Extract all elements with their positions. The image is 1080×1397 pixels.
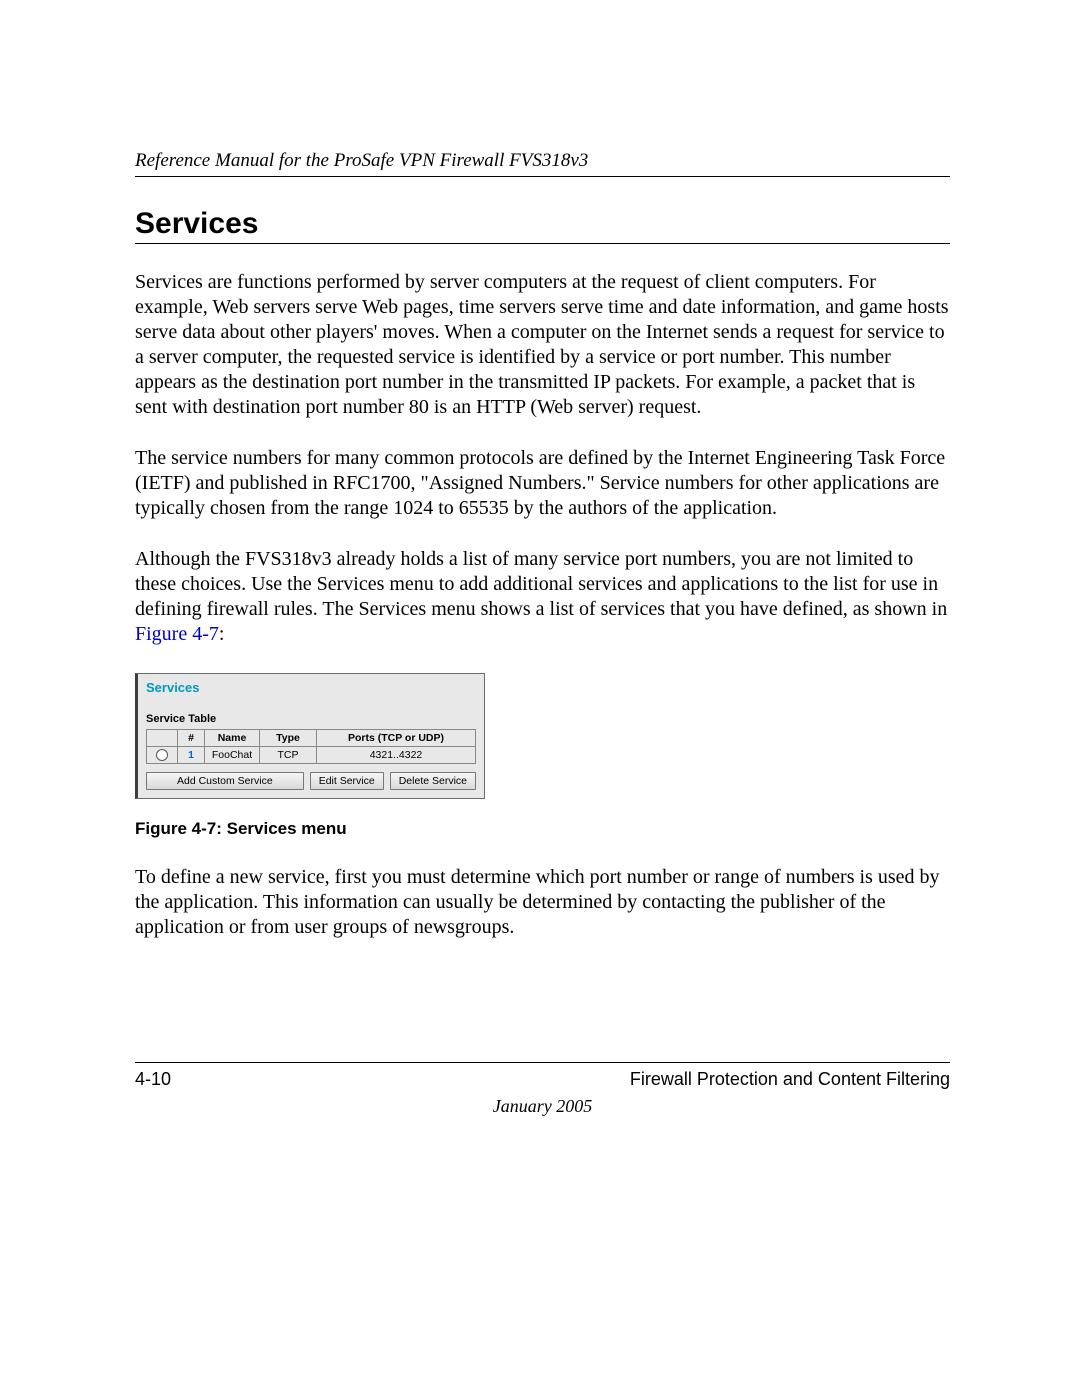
paragraph-2: The service numbers for many common prot… [135, 446, 950, 521]
row-type: TCP [260, 747, 317, 764]
row-ports: 4321..4322 [317, 747, 476, 764]
paragraph-3-suffix: : [219, 623, 225, 645]
figure-caption: Figure 4-7: Services menu [135, 819, 950, 839]
section-heading: Services [135, 207, 950, 241]
figure-reference-link[interactable]: Figure 4-7 [135, 623, 219, 645]
footer-date: January 2005 [135, 1096, 950, 1117]
col-radio [147, 730, 178, 747]
paragraph-1: Services are functions performed by serv… [135, 270, 950, 420]
running-head: Reference Manual for the ProSafe VPN Fir… [135, 150, 950, 172]
chapter-title: Firewall Protection and Content Filterin… [630, 1069, 950, 1090]
page: Reference Manual for the ProSafe VPN Fir… [0, 0, 1080, 1397]
delete-service-button[interactable]: Delete Service [390, 772, 476, 790]
radio-icon [156, 749, 168, 761]
service-table: # Name Type Ports (TCP or UDP) 1 FooChat… [146, 729, 476, 764]
header-rule [135, 176, 950, 177]
paragraph-4: To define a new service, first you must … [135, 865, 950, 940]
paragraph-3: Although the FVS318v3 already holds a li… [135, 547, 950, 647]
row-name: FooChat [205, 747, 260, 764]
table-header-row: # Name Type Ports (TCP or UDP) [147, 730, 476, 747]
table-row: 1 FooChat TCP 4321..4322 [147, 747, 476, 764]
page-footer: 4-10 Firewall Protection and Content Fil… [135, 1062, 950, 1117]
services-screenshot: Services Service Table # Name Type Ports… [135, 673, 485, 799]
paragraph-3-text: Although the FVS318v3 already holds a li… [135, 548, 947, 620]
col-index: # [178, 730, 205, 747]
edit-service-button[interactable]: Edit Service [310, 772, 384, 790]
button-row: Add Custom Service Edit Service Delete S… [146, 772, 476, 790]
row-index: 1 [178, 747, 205, 764]
panel-title: Services [146, 680, 476, 695]
heading-rule [135, 243, 950, 244]
col-ports: Ports (TCP or UDP) [317, 730, 476, 747]
col-name: Name [205, 730, 260, 747]
row-select-radio[interactable] [147, 747, 178, 764]
footer-rule [135, 1062, 950, 1063]
col-type: Type [260, 730, 317, 747]
add-custom-service-button[interactable]: Add Custom Service [146, 772, 304, 790]
service-table-label: Service Table [146, 713, 476, 725]
page-number: 4-10 [135, 1069, 171, 1090]
